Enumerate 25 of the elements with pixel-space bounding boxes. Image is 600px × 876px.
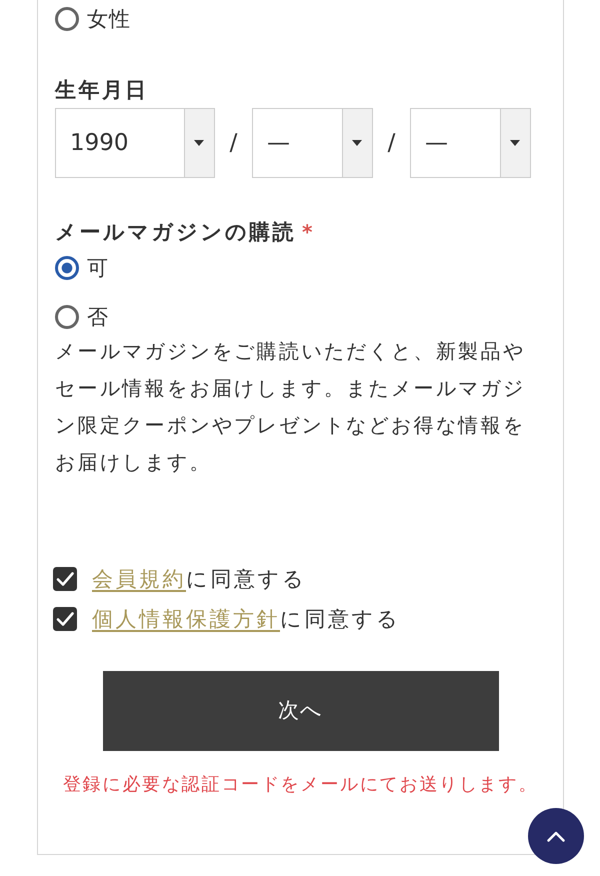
radio-button[interactable] bbox=[55, 305, 79, 329]
notice-text: 登録に必要な認証コードをメールにてお送りします。 bbox=[62, 773, 540, 797]
field-label: 生年月日 bbox=[55, 77, 150, 104]
checkbox[interactable] bbox=[53, 607, 77, 631]
checkbox[interactable] bbox=[53, 567, 77, 591]
radio-button[interactable] bbox=[55, 256, 79, 280]
date-separator: / bbox=[228, 128, 238, 158]
caret-icon bbox=[342, 109, 372, 177]
required-mark: * bbox=[302, 219, 312, 246]
next-button[interactable]: 次へ bbox=[102, 671, 498, 751]
option-label: 女性 bbox=[87, 6, 131, 33]
dropdown-select[interactable]: 1990 bbox=[55, 108, 215, 178]
description-text: メールマガジンをご購読いただくと、新製品やセール情報をお届けします。またメールマガジン限定クーポンやプレゼントなどお得な情報をお届けします。 bbox=[55, 338, 526, 476]
option-label: 否 bbox=[87, 304, 109, 331]
chevron-up-icon bbox=[547, 830, 565, 842]
field-label: メールマガジンの購読 bbox=[55, 219, 296, 246]
date-separator: / bbox=[386, 128, 396, 158]
agreement-text: 個人情報保護方針 に同意する bbox=[92, 606, 400, 633]
dropdown-select[interactable]: — bbox=[252, 108, 373, 178]
caret-icon bbox=[500, 109, 530, 177]
dropdown-select[interactable]: — bbox=[410, 108, 531, 178]
caret-icon bbox=[184, 109, 214, 177]
agreement-text: 会員規約 に同意する bbox=[92, 566, 306, 593]
radio-button[interactable] bbox=[55, 7, 79, 31]
option-label: 可 bbox=[87, 255, 109, 282]
